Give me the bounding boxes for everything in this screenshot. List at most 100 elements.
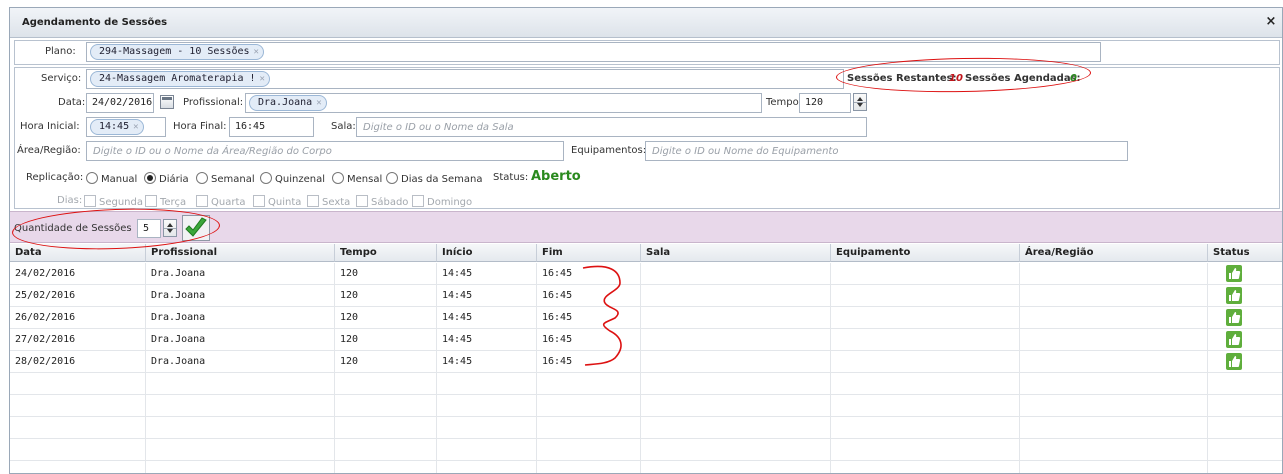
hora-final-label: Hora Final: bbox=[173, 121, 227, 132]
calendar-icon[interactable] bbox=[160, 95, 174, 109]
table-cell-data bbox=[10, 373, 146, 395]
table-cell-status bbox=[1208, 263, 1282, 285]
radio-button[interactable] bbox=[332, 172, 344, 184]
table-cell-profissional bbox=[146, 461, 335, 473]
table-cell-profissional: Dra.Joana bbox=[146, 307, 335, 329]
radio-manual[interactable]: Manual bbox=[84, 172, 137, 185]
servico-tag-text: 24-Massagem Aromaterapia ! bbox=[99, 73, 256, 84]
checkbox-quinta-label: Quinta bbox=[268, 197, 302, 208]
checkbox-sabado-label: Sábado bbox=[371, 197, 409, 208]
remove-tag-icon[interactable]: ✕ bbox=[133, 122, 138, 132]
profissional-input[interactable]: Dra.Joana ✕ bbox=[245, 93, 762, 113]
profissional-tag[interactable]: Dra.Joana ✕ bbox=[249, 95, 327, 111]
chevron-up-icon[interactable] bbox=[857, 97, 863, 101]
close-icon[interactable]: × bbox=[1264, 14, 1278, 29]
chevron-down-icon[interactable] bbox=[857, 103, 863, 107]
table-cell-area bbox=[1020, 307, 1208, 329]
scheduling-window: Agendamento de Sessões × Plano: 294-Mass… bbox=[9, 7, 1283, 474]
equipamentos-input[interactable]: Digite o ID ou Nome do Equipamento bbox=[645, 141, 1128, 161]
column-header-inicio[interactable]: Início bbox=[437, 244, 537, 262]
checkbox-domingo-label: Domingo bbox=[427, 197, 473, 208]
checkbox-sabado[interactable]: Sábado bbox=[353, 195, 408, 208]
table-row[interactable]: 25/02/2016 Dra.Joana 120 14:45 16:45 bbox=[10, 285, 1282, 307]
hora-final-input[interactable]: 16:45 bbox=[229, 117, 314, 137]
radio-dias-semana[interactable]: Dias da Semana bbox=[384, 172, 482, 185]
plano-tag[interactable]: 294-Massagem - 10 Sessões ✕ bbox=[90, 44, 264, 60]
thumbs-up-icon[interactable] bbox=[1226, 265, 1242, 282]
radio-button-selected[interactable] bbox=[144, 172, 156, 184]
column-header-sala[interactable]: Sala bbox=[641, 244, 831, 262]
checkbox[interactable] bbox=[253, 195, 265, 207]
table-cell-data bbox=[10, 439, 146, 461]
checkbox[interactable] bbox=[84, 195, 96, 207]
remove-tag-icon[interactable]: ✕ bbox=[254, 47, 259, 57]
radio-semanal[interactable]: Semanal bbox=[194, 172, 255, 185]
checkbox-quarta[interactable]: Quarta bbox=[193, 195, 246, 208]
radio-button[interactable] bbox=[86, 172, 98, 184]
checkbox[interactable] bbox=[356, 195, 368, 207]
table-cell-tempo: 120 bbox=[335, 329, 437, 351]
thumbs-up-icon[interactable] bbox=[1226, 353, 1242, 370]
data-input[interactable]: 24/02/2016 bbox=[86, 93, 154, 113]
table-row[interactable]: 24/02/2016 Dra.Joana 120 14:45 16:45 bbox=[10, 263, 1282, 285]
table-cell-equipamento bbox=[831, 307, 1020, 329]
column-header-profissional[interactable]: Profissional bbox=[146, 244, 335, 262]
checkbox-sexta[interactable]: Sexta bbox=[304, 195, 350, 208]
table-cell-sala bbox=[641, 417, 831, 439]
table-row[interactable]: 28/02/2016 Dra.Joana 120 14:45 16:45 bbox=[10, 351, 1282, 373]
column-header-area[interactable]: Área/Região bbox=[1020, 244, 1208, 262]
column-header-tempo[interactable]: Tempo bbox=[335, 244, 437, 262]
checkbox-quinta[interactable]: Quinta bbox=[250, 195, 301, 208]
checkbox-domingo[interactable]: Domingo bbox=[409, 195, 472, 208]
tempo-stepper[interactable] bbox=[853, 93, 867, 111]
table-row[interactable]: 27/02/2016 Dra.Joana 120 14:45 16:45 bbox=[10, 329, 1282, 351]
tempo-input[interactable]: 120 bbox=[799, 93, 851, 113]
hora-inicial-tag[interactable]: 14:45 ✕ bbox=[90, 119, 144, 135]
title-bar: Agendamento de Sessões × bbox=[10, 8, 1282, 38]
calendar-icon-header bbox=[162, 97, 172, 100]
radio-mensal[interactable]: Mensal bbox=[330, 172, 382, 185]
remove-tag-icon[interactable]: ✕ bbox=[260, 74, 265, 84]
checkbox-terca[interactable]: Terça bbox=[142, 195, 186, 208]
table-row bbox=[10, 373, 1282, 395]
table-cell-sala bbox=[641, 373, 831, 395]
column-header-equipamento[interactable]: Equipamento bbox=[831, 244, 1020, 262]
table-cell-status bbox=[1208, 461, 1282, 473]
table-row bbox=[10, 417, 1282, 439]
table-cell-tempo: 120 bbox=[335, 263, 437, 285]
checkbox-segunda[interactable]: Segunda bbox=[81, 195, 143, 208]
thumbs-up-icon[interactable] bbox=[1226, 331, 1242, 348]
sala-input[interactable]: Digite o ID ou o Nome da Sala bbox=[356, 117, 867, 137]
radio-diaria-label: Diária bbox=[159, 174, 189, 185]
table-row[interactable]: 26/02/2016 Dra.Joana 120 14:45 16:45 bbox=[10, 307, 1282, 329]
table-cell-sala bbox=[641, 263, 831, 285]
checkbox[interactable] bbox=[412, 195, 424, 207]
table-cell-equipamento bbox=[831, 439, 1020, 461]
hora-inicial-label: Hora Inicial: bbox=[20, 121, 80, 132]
plano-section: Plano: 294-Massagem - 10 Sessões ✕ bbox=[14, 40, 1280, 65]
table-cell-fim bbox=[537, 439, 641, 461]
radio-diaria[interactable]: Diária bbox=[142, 172, 189, 185]
hora-inicial-input[interactable]: 14:45 ✕ bbox=[86, 117, 166, 137]
thumbs-up-icon[interactable] bbox=[1226, 287, 1242, 304]
table-cell-status bbox=[1208, 373, 1282, 395]
radio-button[interactable] bbox=[196, 172, 208, 184]
checkbox[interactable] bbox=[307, 195, 319, 207]
table-cell-area bbox=[1020, 329, 1208, 351]
checkbox-quarta-label: Quarta bbox=[211, 197, 246, 208]
table-cell-sala bbox=[641, 351, 831, 373]
checkbox[interactable] bbox=[196, 195, 208, 207]
remove-tag-icon[interactable]: ✕ bbox=[316, 98, 321, 108]
area-input[interactable]: Digite o ID ou o Nome da Área/Região do … bbox=[86, 141, 564, 161]
servico-tag[interactable]: 24-Massagem Aromaterapia ! ✕ bbox=[90, 71, 270, 87]
servico-input[interactable]: 24-Massagem Aromaterapia ! ✕ bbox=[86, 69, 844, 89]
radio-button[interactable] bbox=[386, 172, 398, 184]
thumbs-up-icon[interactable] bbox=[1226, 309, 1242, 326]
table-cell-equipamento bbox=[831, 285, 1020, 307]
column-header-status[interactable]: Status bbox=[1208, 244, 1282, 262]
column-header-fim[interactable]: Fim bbox=[537, 244, 641, 262]
checkbox[interactable] bbox=[145, 195, 157, 207]
radio-button[interactable] bbox=[260, 172, 272, 184]
radio-quinzenal[interactable]: Quinzenal bbox=[258, 172, 325, 185]
table-cell-area bbox=[1020, 439, 1208, 461]
